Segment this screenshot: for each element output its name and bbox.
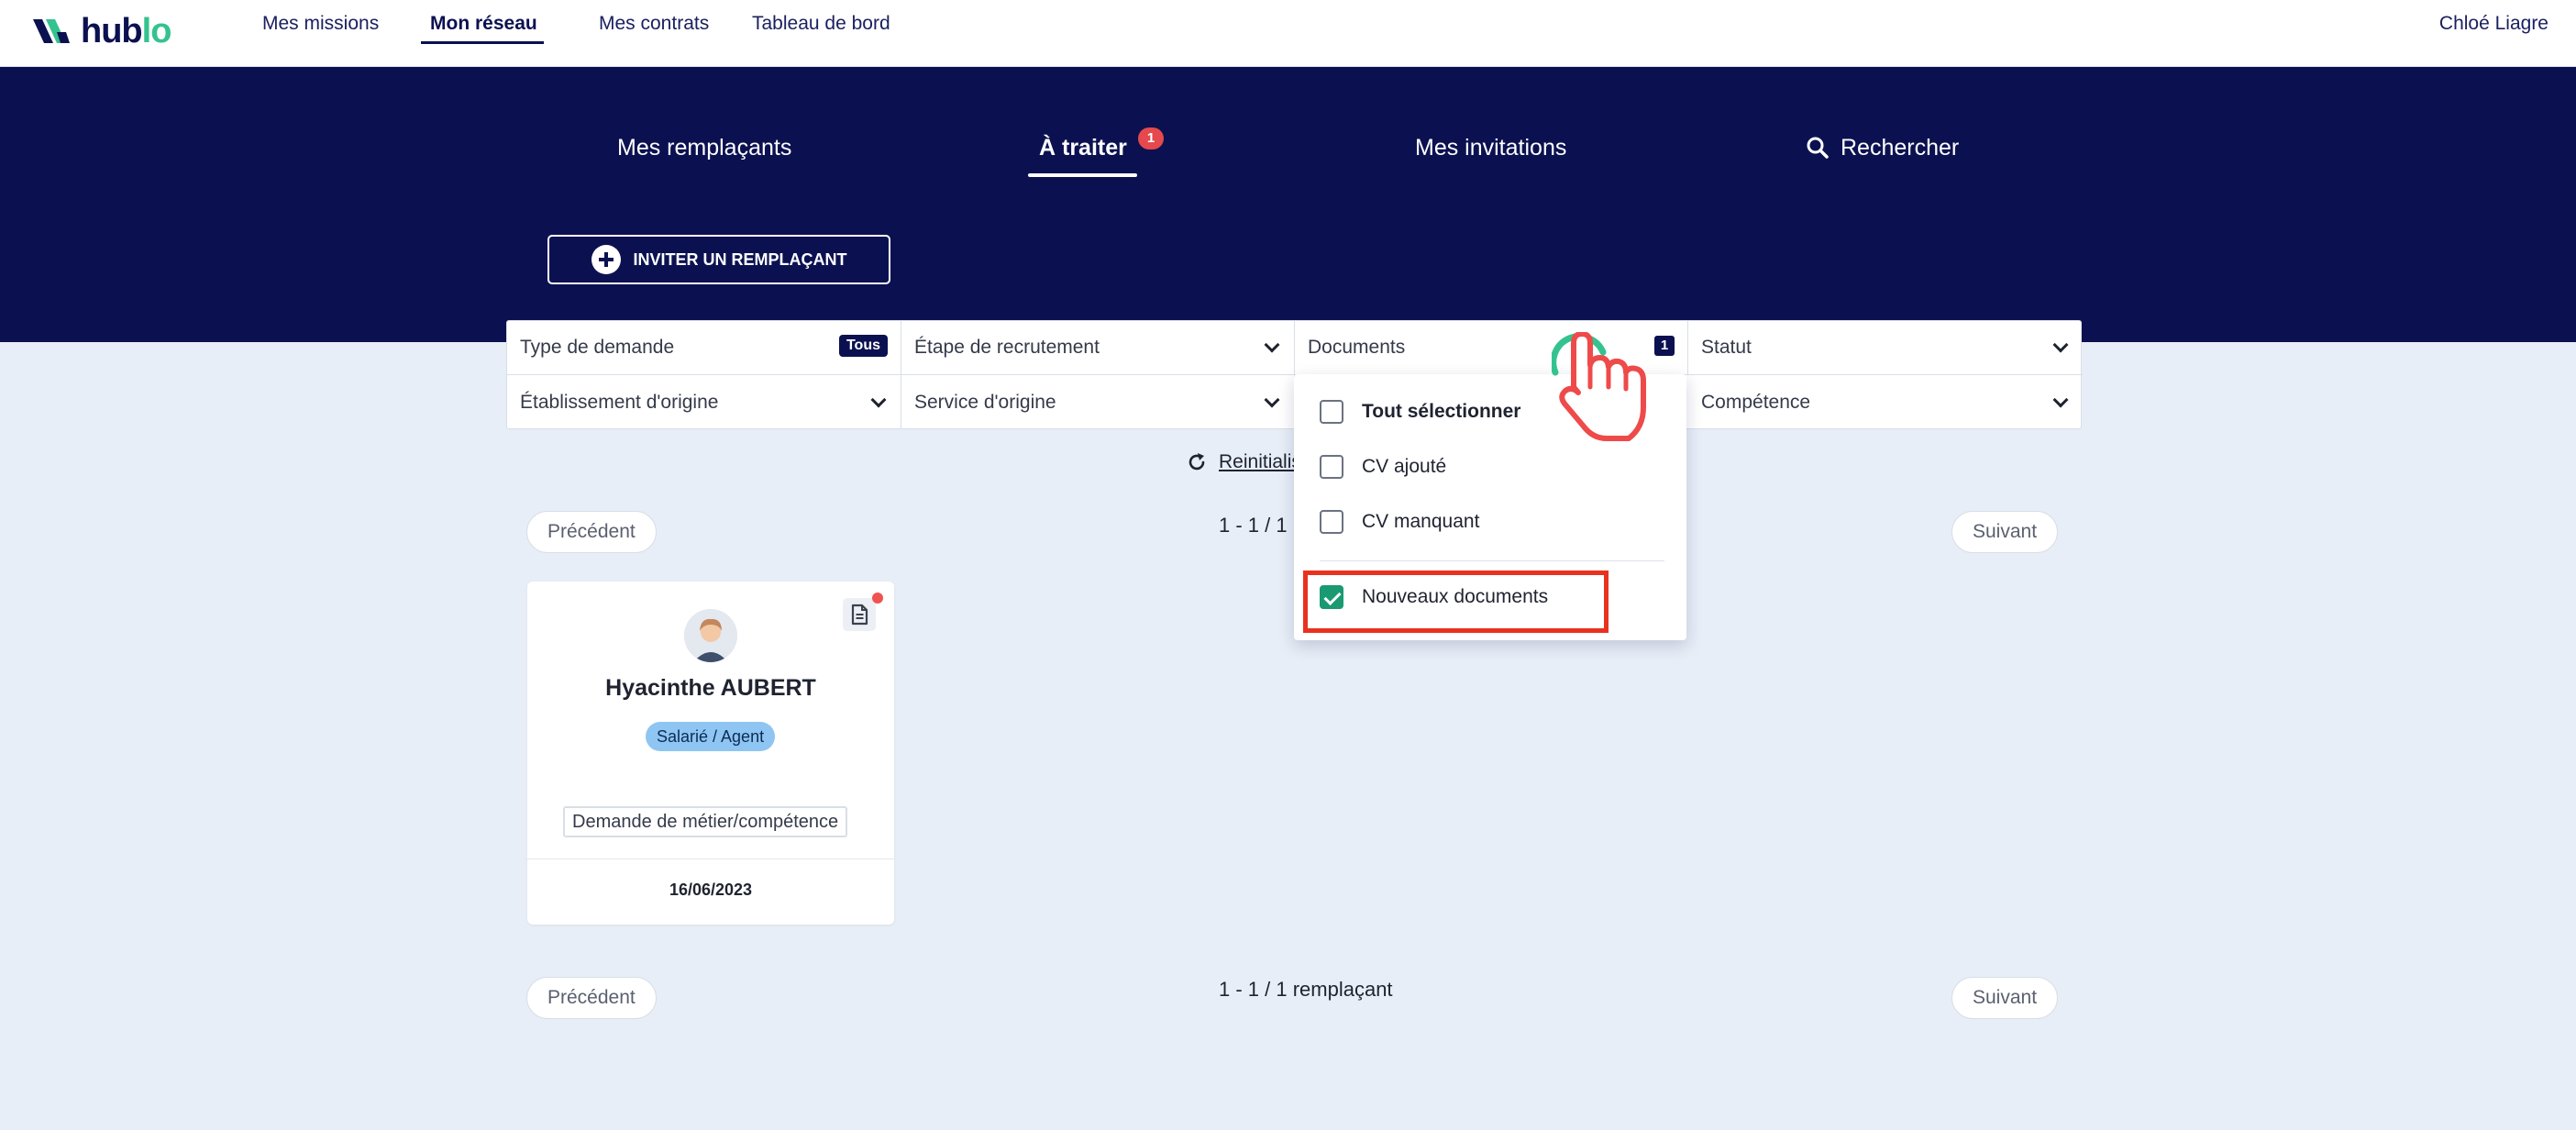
avatar-illustration bbox=[684, 609, 737, 662]
tab-a-traiter[interactable]: À traiter bbox=[1039, 131, 1127, 164]
card-date: 16/06/2023 bbox=[669, 881, 753, 899]
filter-all-tag: Tous bbox=[838, 335, 888, 357]
next-page-button[interactable]: Suivant bbox=[1951, 511, 2059, 553]
option-nouveaux-documents-label: Nouveaux documents bbox=[1362, 586, 1549, 607]
checkbox-cv-manquant[interactable] bbox=[1320, 510, 1343, 534]
tab-mes-invitations[interactable]: Mes invitations bbox=[1415, 131, 1566, 164]
document-button[interactable] bbox=[843, 598, 876, 631]
documents-dropdown-menu: Tout sélectionner CV ajouté CV manquant … bbox=[1294, 374, 1686, 640]
document-icon bbox=[851, 604, 868, 626]
candidate-name: Hyacinthe AUBERT bbox=[605, 675, 816, 701]
filter-competence-label: Compétence bbox=[1701, 391, 1811, 413]
filter-documents-count-badge: 1 bbox=[1654, 336, 1675, 356]
chevron-down-icon bbox=[1264, 392, 1280, 407]
tab-active-underline bbox=[1028, 173, 1137, 177]
checkbox-cv-ajoute[interactable] bbox=[1320, 455, 1343, 479]
filter-etape-recrutement-label: Étape de recrutement bbox=[914, 337, 1100, 358]
chevron-down-icon bbox=[2052, 337, 2069, 353]
chevron-down-icon bbox=[1264, 337, 1280, 353]
previous-page-button[interactable]: Précédent bbox=[526, 511, 657, 553]
checkbox-nouveaux-documents[interactable] bbox=[1320, 585, 1343, 609]
tab-rechercher[interactable]: Rechercher bbox=[1806, 131, 1959, 164]
tab-notification-badge: 1 bbox=[1138, 127, 1164, 150]
search-icon bbox=[1807, 137, 1829, 159]
filter-etape-recrutement[interactable]: Étape de recrutement bbox=[901, 321, 1295, 375]
user-menu[interactable]: Chloé Liagre bbox=[2439, 13, 2548, 35]
candidate-card[interactable]: Hyacinthe AUBERT Salarié / Agent Demande… bbox=[527, 582, 894, 925]
request-type-badge: Demande de métier/compétence bbox=[563, 806, 848, 837]
filter-competence[interactable]: Compétence bbox=[1688, 375, 2083, 429]
filter-documents[interactable]: Documents 1 bbox=[1295, 321, 1688, 375]
tab-rechercher-label: Rechercher bbox=[1841, 135, 1960, 161]
option-cv-manquant-label: CV manquant bbox=[1362, 511, 1480, 532]
role-badge: Salarié / Agent bbox=[646, 722, 776, 751]
reset-label: Reinitialis bbox=[1219, 451, 1301, 472]
filter-etablissement-origine[interactable]: Établissement d'origine bbox=[507, 375, 901, 429]
checkbox-select-all[interactable] bbox=[1320, 400, 1343, 424]
logo-mark-icon bbox=[33, 19, 70, 43]
option-cv-manquant[interactable]: CV manquant bbox=[1320, 510, 1479, 534]
filter-type-demande-label: Type de demande bbox=[520, 337, 675, 358]
chevron-down-icon bbox=[2052, 392, 2069, 407]
nav-mes-missions[interactable]: Mes missions bbox=[262, 11, 379, 37]
next-page-button-bottom[interactable]: Suivant bbox=[1951, 977, 2059, 1019]
chevron-down-icon bbox=[870, 392, 887, 407]
refresh-icon bbox=[1188, 453, 1205, 471]
nav-tableau-de-bord[interactable]: Tableau de bord bbox=[752, 11, 890, 37]
filter-statut-label: Statut bbox=[1701, 337, 1752, 358]
tab-mes-remplacants[interactable]: Mes remplaçants bbox=[617, 131, 791, 164]
option-select-all[interactable]: Tout sélectionner bbox=[1320, 400, 1520, 424]
filter-statut[interactable]: Statut bbox=[1688, 321, 2083, 375]
filter-service-origine[interactable]: Service d'origine bbox=[901, 375, 1295, 429]
option-cv-ajoute[interactable]: CV ajouté bbox=[1320, 455, 1446, 479]
hublo-logo[interactable]: hublo bbox=[33, 13, 171, 50]
pagination-summary-bottom: 1 - 1 / 1 remplaçant bbox=[1219, 978, 1393, 1001]
invite-replacement-button[interactable]: INVITER UN REMPLAÇANT bbox=[547, 235, 890, 284]
invite-button-label: INVITER UN REMPLAÇANT bbox=[633, 249, 847, 269]
avatar bbox=[684, 609, 737, 662]
network-header-band bbox=[0, 67, 2576, 342]
logo-text: hublo bbox=[81, 12, 171, 50]
top-navigation: hublo Mes missions Mon réseau Mes contra… bbox=[0, 0, 2576, 67]
new-document-indicator bbox=[872, 593, 883, 604]
filter-type-demande[interactable]: Type de demande Tous bbox=[507, 321, 901, 375]
filter-service-origine-label: Service d'origine bbox=[914, 391, 1056, 413]
filter-etablissement-origine-label: Établissement d'origine bbox=[520, 391, 719, 413]
plus-circle-icon bbox=[591, 245, 621, 274]
option-select-all-label: Tout sélectionner bbox=[1362, 401, 1521, 422]
filter-documents-label: Documents bbox=[1308, 337, 1406, 358]
pagination-summary: 1 - 1 / 1 r bbox=[1219, 514, 1300, 537]
nav-mes-contrats[interactable]: Mes contrats bbox=[599, 11, 709, 37]
nav-mon-reseau[interactable]: Mon réseau bbox=[430, 11, 537, 37]
previous-page-button-bottom[interactable]: Précédent bbox=[526, 977, 657, 1019]
option-cv-ajoute-label: CV ajouté bbox=[1362, 456, 1447, 477]
option-nouveaux-documents[interactable]: Nouveaux documents bbox=[1320, 585, 1548, 609]
reset-filters-link[interactable]: Reinitialis bbox=[1186, 451, 1301, 473]
nav-active-underline bbox=[421, 41, 544, 44]
dropdown-divider bbox=[1320, 560, 1664, 561]
